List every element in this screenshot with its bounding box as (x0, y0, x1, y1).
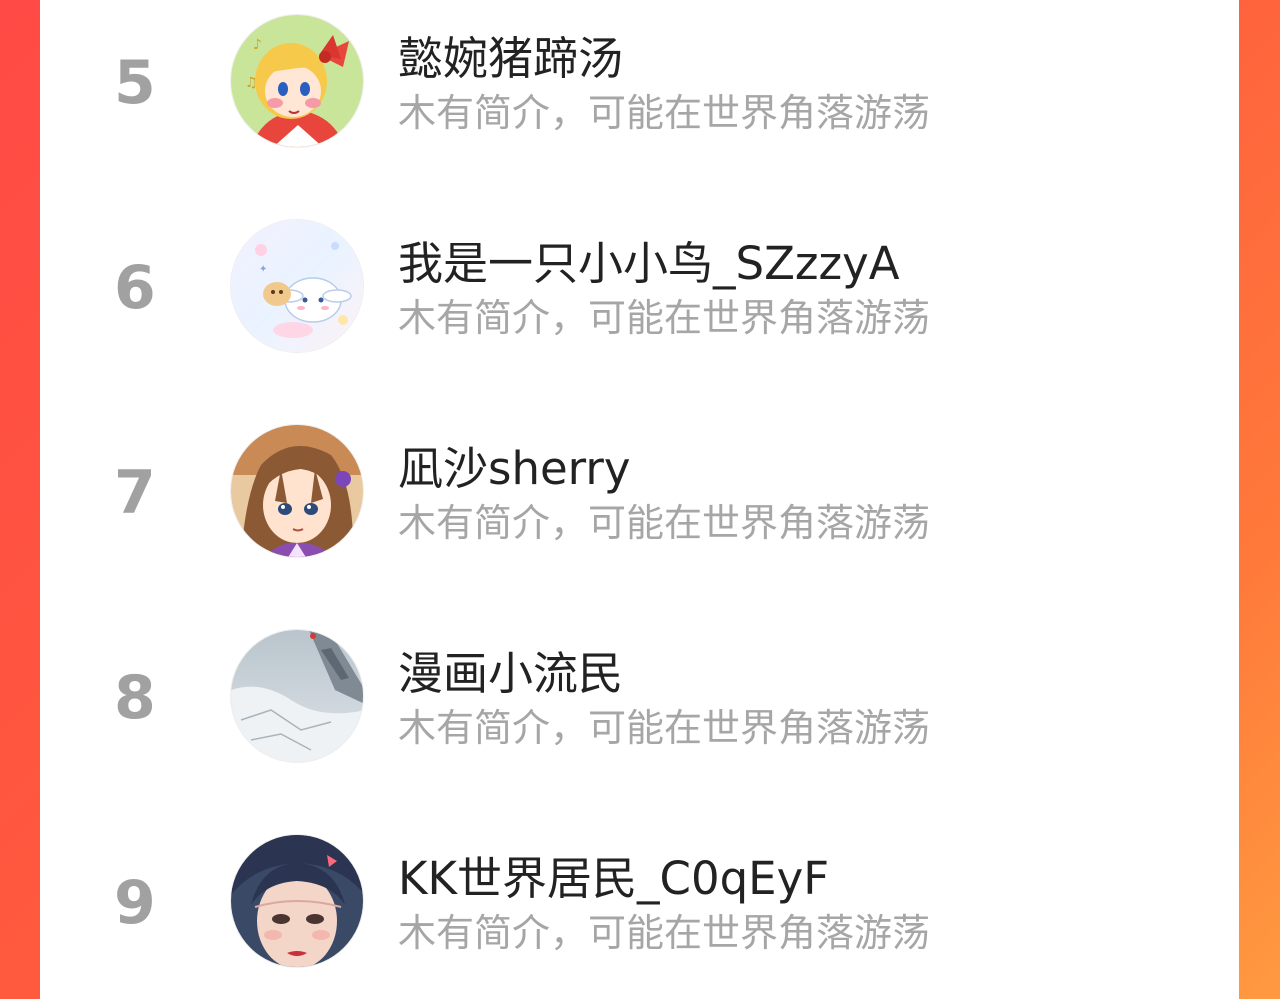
sailor-venus-cartoon-avatar-icon: ♪ ♫ (231, 15, 363, 147)
rank-number: 9 (114, 868, 156, 938)
page-background: 5 ♪ ♫ 懿婉猪蹄汤 木有简介，可能在世界角落游荡 6 ✦ 我是一只小小鸟_S… (0, 0, 1280, 999)
user-name[interactable]: 凪沙sherry (398, 432, 631, 497)
user-name[interactable]: KK世界居民_C0qEyF (398, 842, 829, 907)
user-name[interactable]: 我是一只小小鸟_SZzzyA (398, 227, 900, 292)
ranking-list-item[interactable]: 8 漫画小流民 木有简介，可能在世界角落游荡 (40, 615, 1239, 820)
girl-selfie-avatar-icon (231, 835, 363, 967)
ranking-list-item[interactable]: 7 凪沙sherry 木有简介，可能在世界角落游荡 (40, 410, 1239, 615)
rank-number: 7 (114, 458, 156, 528)
airplane-wing-photo-avatar-icon (231, 630, 363, 762)
user-bio: 木有简介，可能在世界角落游荡 (398, 706, 931, 750)
user-avatar[interactable] (230, 834, 364, 968)
ranking-list: 5 ♪ ♫ 懿婉猪蹄汤 木有简介，可能在世界角落游荡 6 ✦ 我是一只小小鸟_S… (40, 0, 1239, 999)
svg-text:♫: ♫ (245, 75, 258, 91)
user-avatar[interactable]: ✦ (230, 219, 364, 353)
rank-number: 6 (114, 253, 156, 323)
user-avatar[interactable] (230, 424, 364, 558)
cinnamoroll-cartoon-avatar-icon: ✦ (231, 220, 363, 352)
svg-text:✦: ✦ (259, 264, 267, 275)
ranking-list-item[interactable]: 9 KK世界居民_C0qEyF 木有简介，可能在世界角落游荡 (40, 820, 1239, 999)
rank-number: 5 (114, 48, 156, 118)
user-avatar[interactable]: ♪ ♫ (230, 14, 364, 148)
user-bio: 木有简介，可能在世界角落游荡 (398, 501, 931, 545)
user-name[interactable]: 漫画小流民 (398, 637, 623, 702)
user-name[interactable]: 懿婉猪蹄汤 (398, 22, 623, 87)
anime-girl-avatar-icon (231, 425, 363, 557)
user-bio: 木有简介，可能在世界角落游荡 (398, 296, 931, 340)
rank-number: 8 (114, 663, 156, 733)
user-avatar[interactable] (230, 629, 364, 763)
ranking-list-item[interactable]: 6 ✦ 我是一只小小鸟_SZzzyA 木有简介，可能在世界角落游荡 (40, 205, 1239, 410)
ranking-list-item[interactable]: 5 ♪ ♫ 懿婉猪蹄汤 木有简介，可能在世界角落游荡 (40, 0, 1239, 205)
user-bio: 木有简介，可能在世界角落游荡 (398, 911, 931, 955)
user-bio: 木有简介，可能在世界角落游荡 (398, 91, 931, 135)
svg-text:♪: ♪ (253, 37, 262, 53)
